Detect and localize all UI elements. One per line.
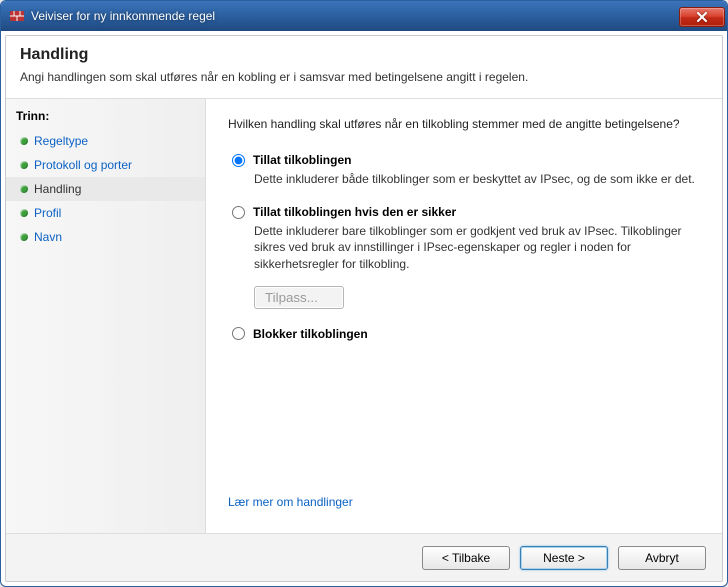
radio-label: Blokker tilkoblingen (253, 327, 368, 341)
back-button[interactable]: < Tilbake (422, 546, 510, 570)
step-bullet-icon (20, 137, 28, 145)
sidebar-item-label: Regeltype (34, 134, 88, 148)
radio-label: Tillat tilkoblingen (253, 153, 351, 167)
next-button[interactable]: Neste > (520, 546, 608, 570)
sidebar-heading: Trinn: (6, 105, 205, 129)
titlebar-left: Veiviser for ny innkommende regel (9, 8, 215, 24)
sidebar: Trinn: Regeltype Protokoll og porter Han… (6, 99, 206, 533)
close-button[interactable] (679, 7, 725, 27)
step-bullet-icon (20, 185, 28, 193)
sidebar-item-protokoll[interactable]: Protokoll og porter (6, 153, 205, 177)
radio-label: Tillat tilkoblingen hvis den er sikker (253, 205, 456, 219)
sidebar-item-profil[interactable]: Profil (6, 201, 205, 225)
content-frame: Handling Angi handlingen som skal utføre… (5, 35, 723, 582)
radio-block[interactable]: Blokker tilkoblingen (232, 327, 700, 341)
page-subtitle: Angi handlingen som skal utføres når en … (20, 70, 708, 84)
step-bullet-icon (20, 209, 28, 217)
radio-item-block: Blokker tilkoblingen (232, 327, 700, 341)
sidebar-item-handling[interactable]: Handling (6, 177, 205, 201)
radio-item-allow-secure: Tillat tilkoblingen hvis den er sikker D… (232, 205, 700, 309)
learn-more-row: Lær mer om handlinger (228, 487, 700, 523)
sidebar-item-label: Handling (34, 182, 81, 196)
radio-block-input[interactable] (232, 327, 245, 340)
radio-allow-secure[interactable]: Tillat tilkoblingen hvis den er sikker (232, 205, 700, 219)
main-panel: Hvilken handling skal utføres når en til… (206, 99, 722, 533)
body-row: Trinn: Regeltype Protokoll og porter Han… (6, 99, 722, 533)
sidebar-item-label: Navn (34, 230, 62, 244)
radio-item-allow: Tillat tilkoblingen Dette inkluderer båd… (232, 153, 700, 187)
radio-desc: Dette inkluderer både tilkoblinger som e… (232, 171, 700, 187)
learn-more-link[interactable]: Lær mer om handlinger (228, 495, 353, 509)
footer: < Tilbake Neste > Avbryt (6, 533, 722, 581)
page-title: Handling (20, 46, 708, 64)
firewall-app-icon (9, 8, 25, 24)
sidebar-item-label: Profil (34, 206, 61, 220)
sidebar-item-label: Protokoll og porter (34, 158, 132, 172)
question-text: Hvilken handling skal utføres når en til… (228, 117, 700, 131)
radio-allow[interactable]: Tillat tilkoblingen (232, 153, 700, 167)
titlebar[interactable]: Veiviser for ny innkommende regel (1, 1, 727, 31)
step-bullet-icon (20, 233, 28, 241)
sidebar-item-navn[interactable]: Navn (6, 225, 205, 249)
sidebar-item-regeltype[interactable]: Regeltype (6, 129, 205, 153)
radio-desc: Dette inkluderer bare tilkoblinger som e… (232, 223, 700, 272)
header-block: Handling Angi handlingen som skal utføre… (6, 36, 722, 99)
close-icon (696, 12, 708, 22)
customize-button: Tilpass... (254, 286, 344, 309)
radio-allow-secure-input[interactable] (232, 206, 245, 219)
wizard-window: Veiviser for ny innkommende regel Handli… (0, 0, 728, 587)
window-title: Veiviser for ny innkommende regel (31, 9, 215, 23)
radio-group: Tillat tilkoblingen Dette inkluderer båd… (228, 153, 700, 341)
radio-allow-input[interactable] (232, 154, 245, 167)
cancel-button[interactable]: Avbryt (618, 546, 706, 570)
step-bullet-icon (20, 161, 28, 169)
